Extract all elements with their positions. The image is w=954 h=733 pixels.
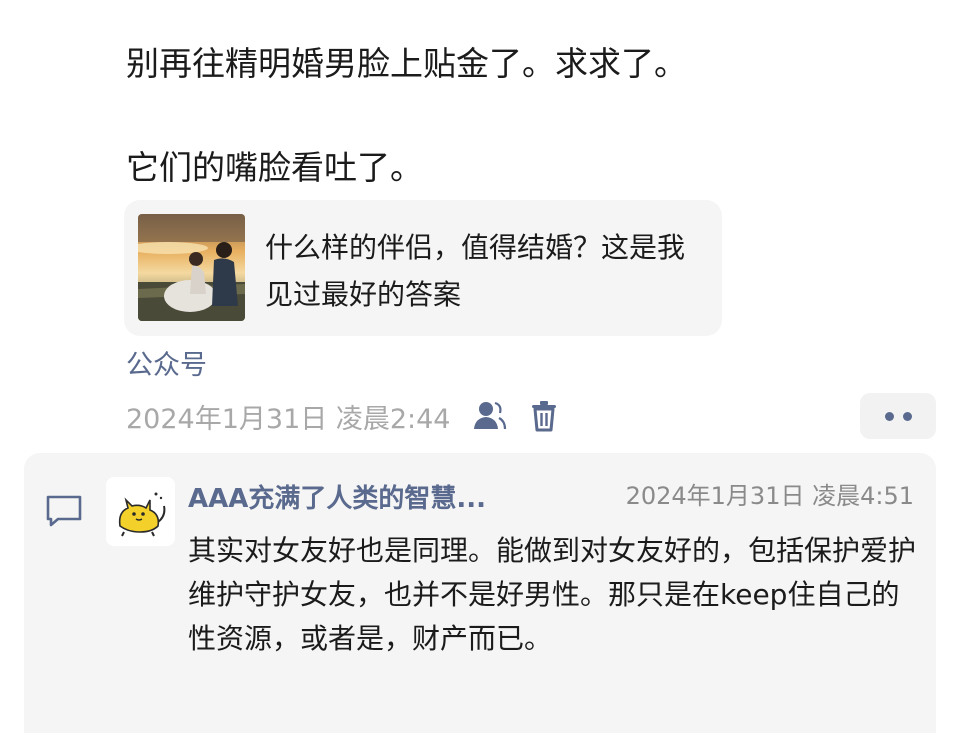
commenter-avatar[interactable] (106, 477, 175, 546)
comment-panel: AAA充满了人类的智慧... 2024年1月31日 凌晨4:51 其实对女友好也… (24, 453, 936, 733)
comment-text: 其实对女友好也是同理。能做到对女友好的，包括保护爱护维护守护女友，也并不是好男性… (188, 534, 917, 655)
trash-icon[interactable] (530, 400, 558, 432)
article-title: 什么样的伴侣，值得结婚？这是我见过最好的答案 (265, 231, 686, 311)
source-label[interactable]: 公众号 (126, 346, 207, 386)
more-dots-icon (902, 411, 912, 421)
more-dots-icon (884, 411, 894, 421)
post-text-line-2: 它们的嘴脸看吐了。 (126, 148, 423, 187)
commenter-name[interactable]: AAA充满了人类的智慧... (188, 479, 486, 519)
comment-icon (44, 493, 84, 533)
post-timestamp: 2024年1月31日 凌晨2:44 (126, 403, 451, 435)
article-thumbnail (138, 214, 245, 321)
post-text-line-1: 别再往精明婚男脸上贴金了。求求了。 (126, 44, 687, 83)
article-link-card[interactable]: 什么样的伴侣，值得结婚？这是我见过最好的答案 (124, 200, 722, 336)
post-meta: 2024年1月31日 凌晨2:44 (126, 394, 558, 438)
comment-timestamp: 2024年1月31日 凌晨4:51 (625, 482, 914, 510)
more-options-button[interactable] (860, 393, 936, 439)
user-icon[interactable] (472, 400, 508, 432)
